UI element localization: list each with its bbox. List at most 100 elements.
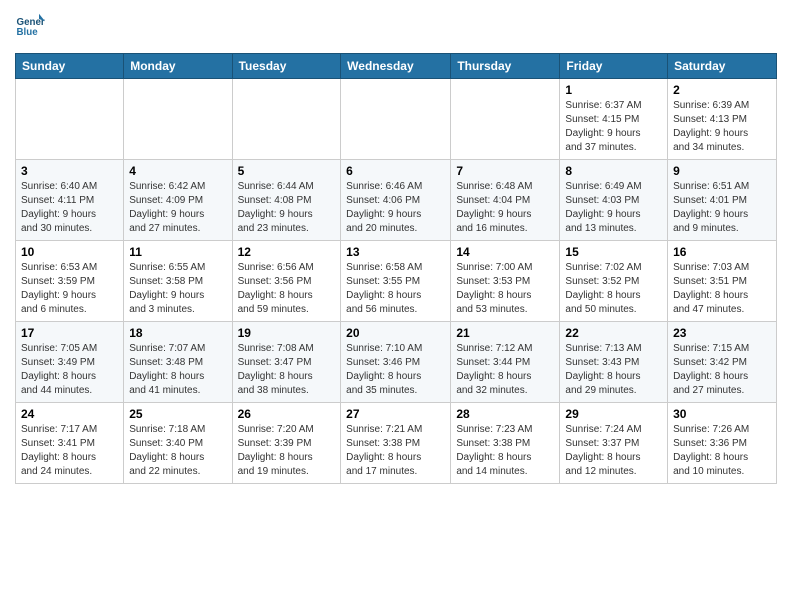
day-number: 22 [565, 326, 662, 340]
calendar-cell [16, 79, 124, 160]
day-number: 29 [565, 407, 662, 421]
day-info: Sunrise: 6:56 AM Sunset: 3:56 PM Dayligh… [238, 261, 336, 317]
day-number: 6 [346, 164, 445, 178]
calendar-cell: 21 Sunrise: 7:12 AM Sunset: 3:44 PM Dayli… [451, 322, 560, 403]
day-number: 25 [129, 407, 226, 421]
day-info: Sunrise: 7:20 AM Sunset: 3:39 PM Dayligh… [238, 423, 336, 479]
day-number: 27 [346, 407, 445, 421]
day-info: Sunrise: 7:17 AM Sunset: 3:41 PM Dayligh… [21, 423, 118, 479]
calendar-cell: 15 Sunrise: 7:02 AM Sunset: 3:52 PM Dayli… [560, 241, 668, 322]
day-info: Sunrise: 7:24 AM Sunset: 3:37 PM Dayligh… [565, 423, 662, 479]
day-info: Sunrise: 7:26 AM Sunset: 3:36 PM Dayligh… [673, 423, 771, 479]
day-info: Sunrise: 6:55 AM Sunset: 3:58 PM Dayligh… [129, 261, 226, 317]
day-info: Sunrise: 7:00 AM Sunset: 3:53 PM Dayligh… [456, 261, 554, 317]
weekday-header-monday: Monday [124, 54, 232, 79]
calendar-cell: 25Sunrise: 7:18 AM Sunset: 3:40 PM Dayli… [124, 403, 232, 484]
calendar-cell: 18 Sunrise: 7:07 AM Sunset: 3:48 PM Dayli… [124, 322, 232, 403]
day-number: 2 [673, 83, 771, 97]
day-info: Sunrise: 6:37 AM Sunset: 4:15 PM Dayligh… [565, 99, 662, 155]
day-info: Sunrise: 7:21 AM Sunset: 3:38 PM Dayligh… [346, 423, 445, 479]
weekday-header-saturday: Saturday [668, 54, 777, 79]
calendar-cell: 17Sunrise: 7:05 AM Sunset: 3:49 PM Dayli… [16, 322, 124, 403]
calendar-cell: 11 Sunrise: 6:55 AM Sunset: 3:58 PM Dayli… [124, 241, 232, 322]
weekday-header-sunday: Sunday [16, 54, 124, 79]
day-info: Sunrise: 7:23 AM Sunset: 3:38 PM Dayligh… [456, 423, 554, 479]
day-info: Sunrise: 6:48 AM Sunset: 4:04 PM Dayligh… [456, 180, 554, 236]
day-info: Sunrise: 7:12 AM Sunset: 3:44 PM Dayligh… [456, 342, 554, 398]
day-number: 12 [238, 245, 336, 259]
day-number: 10 [21, 245, 118, 259]
calendar-cell: 19Sunrise: 7:08 AM Sunset: 3:47 PM Dayli… [232, 322, 341, 403]
day-info: Sunrise: 7:02 AM Sunset: 3:52 PM Dayligh… [565, 261, 662, 317]
day-info: Sunrise: 7:05 AM Sunset: 3:49 PM Dayligh… [21, 342, 118, 398]
day-number: 18 [129, 326, 226, 340]
day-info: Sunrise: 6:58 AM Sunset: 3:55 PM Dayligh… [346, 261, 445, 317]
calendar-cell: 28 Sunrise: 7:23 AM Sunset: 3:38 PM Dayli… [451, 403, 560, 484]
calendar-cell: 12 Sunrise: 6:56 AM Sunset: 3:56 PM Dayli… [232, 241, 341, 322]
calendar-cell: 29 Sunrise: 7:24 AM Sunset: 3:37 PM Dayli… [560, 403, 668, 484]
calendar-cell: 2 Sunrise: 6:39 AM Sunset: 4:13 PM Daylig… [668, 79, 777, 160]
weekday-header-thursday: Thursday [451, 54, 560, 79]
calendar-cell: 26 Sunrise: 7:20 AM Sunset: 3:39 PM Dayli… [232, 403, 341, 484]
calendar-cell: 30 Sunrise: 7:26 AM Sunset: 3:36 PM Dayli… [668, 403, 777, 484]
day-number: 26 [238, 407, 336, 421]
day-number: 7 [456, 164, 554, 178]
calendar-cell: 23 Sunrise: 7:15 AM Sunset: 3:42 PM Dayli… [668, 322, 777, 403]
svg-text:Blue: Blue [17, 27, 39, 38]
day-number: 30 [673, 407, 771, 421]
day-info: Sunrise: 6:49 AM Sunset: 4:03 PM Dayligh… [565, 180, 662, 236]
calendar-cell [451, 79, 560, 160]
day-number: 1 [565, 83, 662, 97]
calendar-cell: 7 Sunrise: 6:48 AM Sunset: 4:04 PM Daylig… [451, 160, 560, 241]
day-number: 14 [456, 245, 554, 259]
day-number: 9 [673, 164, 771, 178]
weekday-header-friday: Friday [560, 54, 668, 79]
calendar-table: SundayMondayTuesdayWednesdayThursdayFrid… [15, 53, 777, 484]
calendar-cell: 27 Sunrise: 7:21 AM Sunset: 3:38 PM Dayli… [341, 403, 451, 484]
day-info: Sunrise: 6:46 AM Sunset: 4:06 PM Dayligh… [346, 180, 445, 236]
logo: General Blue [15, 10, 49, 40]
day-number: 4 [129, 164, 226, 178]
weekday-header-tuesday: Tuesday [232, 54, 341, 79]
calendar-cell: 5 Sunrise: 6:44 AM Sunset: 4:08 PM Daylig… [232, 160, 341, 241]
day-info: Sunrise: 7:15 AM Sunset: 3:42 PM Dayligh… [673, 342, 771, 398]
weekday-header-wednesday: Wednesday [341, 54, 451, 79]
calendar-cell: 14 Sunrise: 7:00 AM Sunset: 3:53 PM Dayli… [451, 241, 560, 322]
day-number: 15 [565, 245, 662, 259]
day-number: 5 [238, 164, 336, 178]
day-number: 23 [673, 326, 771, 340]
calendar-cell: 16 Sunrise: 7:03 AM Sunset: 3:51 PM Dayli… [668, 241, 777, 322]
day-info: Sunrise: 7:10 AM Sunset: 3:46 PM Dayligh… [346, 342, 445, 398]
day-number: 20 [346, 326, 445, 340]
day-info: Sunrise: 7:13 AM Sunset: 3:43 PM Dayligh… [565, 342, 662, 398]
day-info: Sunrise: 6:44 AM Sunset: 4:08 PM Dayligh… [238, 180, 336, 236]
calendar-cell: 8 Sunrise: 6:49 AM Sunset: 4:03 PM Daylig… [560, 160, 668, 241]
calendar-cell: 22 Sunrise: 7:13 AM Sunset: 3:43 PM Dayli… [560, 322, 668, 403]
day-number: 16 [673, 245, 771, 259]
day-info: Sunrise: 6:53 AM Sunset: 3:59 PM Dayligh… [21, 261, 118, 317]
day-number: 8 [565, 164, 662, 178]
day-number: 24 [21, 407, 118, 421]
calendar-cell: 4 Sunrise: 6:42 AM Sunset: 4:09 PM Daylig… [124, 160, 232, 241]
day-info: Sunrise: 6:40 AM Sunset: 4:11 PM Dayligh… [21, 180, 118, 236]
day-info: Sunrise: 6:39 AM Sunset: 4:13 PM Dayligh… [673, 99, 771, 155]
calendar-cell: 20 Sunrise: 7:10 AM Sunset: 3:46 PM Dayli… [341, 322, 451, 403]
calendar-cell [232, 79, 341, 160]
calendar-cell: 6 Sunrise: 6:46 AM Sunset: 4:06 PM Daylig… [341, 160, 451, 241]
day-number: 19 [238, 326, 336, 340]
day-number: 3 [21, 164, 118, 178]
calendar-cell: 24 Sunrise: 7:17 AM Sunset: 3:41 PM Dayli… [16, 403, 124, 484]
day-info: Sunrise: 7:03 AM Sunset: 3:51 PM Dayligh… [673, 261, 771, 317]
calendar-cell: 10 Sunrise: 6:53 AM Sunset: 3:59 PM Dayli… [16, 241, 124, 322]
day-number: 28 [456, 407, 554, 421]
calendar-cell [124, 79, 232, 160]
calendar-cell: 9 Sunrise: 6:51 AM Sunset: 4:01 PM Daylig… [668, 160, 777, 241]
day-number: 13 [346, 245, 445, 259]
day-info: Sunrise: 6:42 AM Sunset: 4:09 PM Dayligh… [129, 180, 226, 236]
calendar-cell: 3 Sunrise: 6:40 AM Sunset: 4:11 PM Daylig… [16, 160, 124, 241]
day-info: Sunrise: 7:07 AM Sunset: 3:48 PM Dayligh… [129, 342, 226, 398]
day-number: 21 [456, 326, 554, 340]
day-number: 11 [129, 245, 226, 259]
day-info: Sunrise: 6:51 AM Sunset: 4:01 PM Dayligh… [673, 180, 771, 236]
calendar-cell [341, 79, 451, 160]
